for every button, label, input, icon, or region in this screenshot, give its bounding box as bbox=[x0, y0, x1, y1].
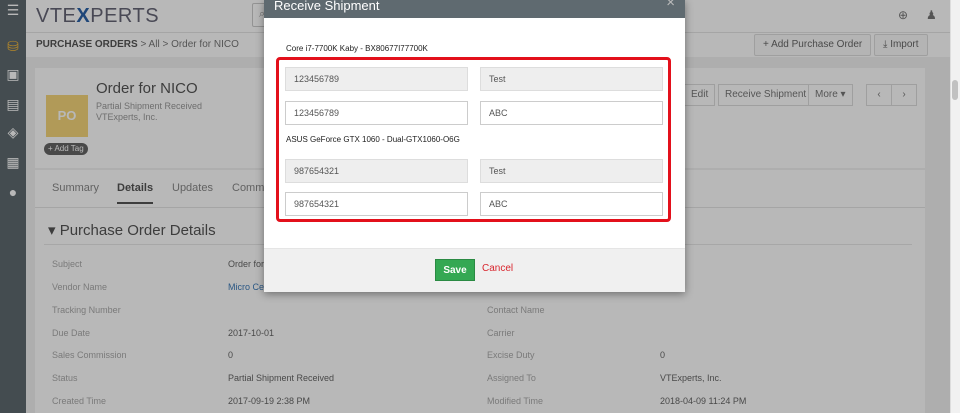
modal-header: Receive Shipment × bbox=[264, 0, 685, 18]
product-name: Core i7-7700K Kaby - BX80677I77700K bbox=[286, 44, 428, 53]
cancel-link[interactable]: Cancel bbox=[482, 263, 513, 274]
save-button[interactable]: Save bbox=[435, 259, 475, 281]
close-icon[interactable]: × bbox=[666, 0, 675, 10]
highlight-box bbox=[276, 57, 671, 222]
page-scrollbar[interactable] bbox=[950, 0, 960, 413]
scrollbar-thumb[interactable] bbox=[952, 80, 958, 100]
modal-title: Receive Shipment bbox=[274, 0, 380, 13]
